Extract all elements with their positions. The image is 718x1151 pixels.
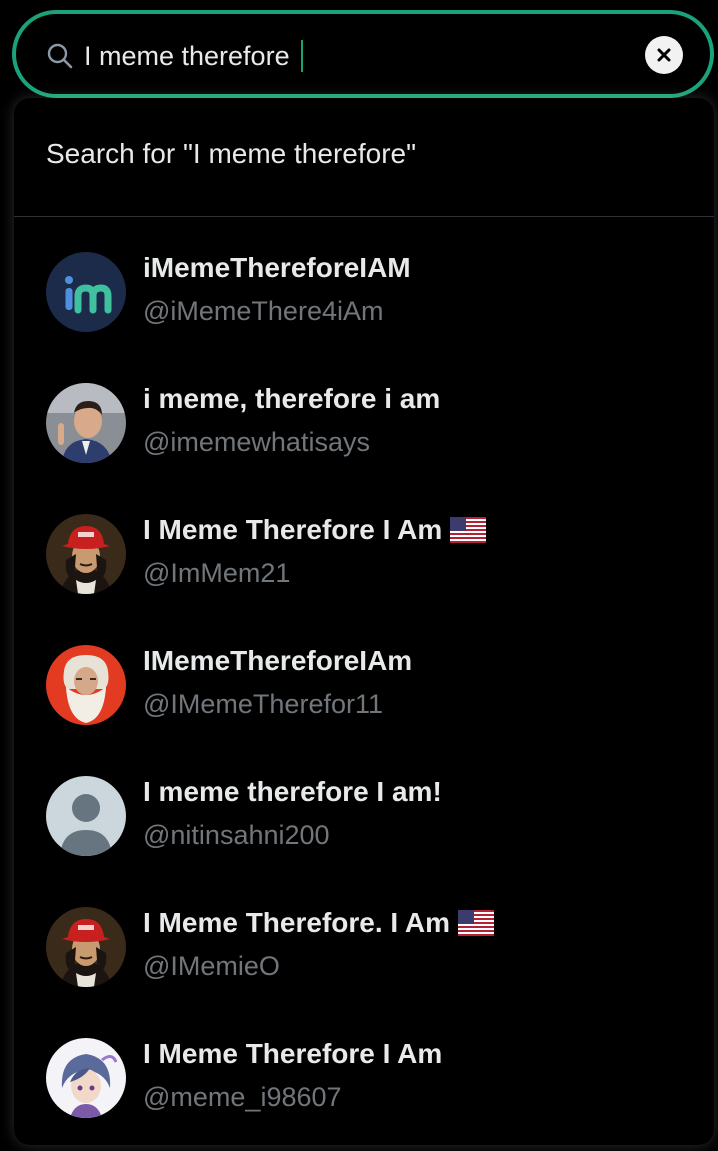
list-item[interactable]: i meme, therefore i am @imemewhatisays <box>14 349 714 480</box>
search-dropdown: Search for "I meme therefore" iMemeThere… <box>14 98 714 1145</box>
list-item[interactable]: I Meme Therefore. I Am @IMemieO <box>14 873 714 1004</box>
descartes-red-hat-avatar <box>46 514 126 594</box>
display-name-text: I Meme Therefore. I Am <box>143 907 451 938</box>
clear-search-button[interactable] <box>645 36 683 74</box>
search-for-suggestion[interactable]: Search for "I meme therefore" <box>46 138 416 170</box>
user-handle: @meme_i98607 <box>143 1082 342 1112</box>
user-handle: @IMemeTherefor11 <box>143 689 383 719</box>
display-name: I meme therefore I am! <box>143 776 442 807</box>
list-item[interactable]: I meme therefore I am! @nitinsahni200 <box>14 742 714 873</box>
list-item[interactable]: I Meme Therefore I Am @ImMem21 <box>14 480 714 611</box>
user-handle: @nitinsahni200 <box>143 820 330 850</box>
im-logo-avatar <box>46 252 126 332</box>
anime-character-avatar <box>46 1038 126 1118</box>
search-bar[interactable] <box>12 10 714 98</box>
close-icon <box>657 48 671 62</box>
display-name: I Meme Therefore. I Am <box>143 907 495 939</box>
text-caret <box>301 40 303 72</box>
bearded-man-avatar <box>46 645 126 725</box>
divider <box>14 216 714 217</box>
results-list: iMemeThereforeIAM @iMemeThere4iAm i meme… <box>14 218 714 1135</box>
us-flag-icon <box>450 517 487 543</box>
display-name-text: I Meme Therefore I Am <box>143 514 443 545</box>
man-photo-avatar <box>46 383 126 463</box>
user-handle: @iMemeThere4iAm <box>143 296 384 326</box>
display-name: IMemeThereforeIAm <box>143 645 413 676</box>
display-name: I Meme Therefore I Am <box>143 514 487 546</box>
list-item[interactable]: iMemeThereforeIAM @iMemeThere4iAm <box>14 218 714 349</box>
display-name: i meme, therefore i am <box>143 383 441 414</box>
user-handle: @ImMem21 <box>143 558 291 588</box>
search-icon <box>47 43 73 69</box>
user-handle: @imemewhatisays <box>143 427 370 457</box>
list-item[interactable]: IMemeThereforeIAm @IMemeTherefor11 <box>14 611 714 742</box>
user-handle: @IMemieO <box>143 951 280 981</box>
default-user-avatar <box>46 776 126 856</box>
display-name: I Meme Therefore I Am <box>143 1038 443 1069</box>
list-item[interactable]: I Meme Therefore I Am @meme_i98607 <box>14 1004 714 1135</box>
display-name: iMemeThereforeIAM <box>143 252 411 283</box>
search-input[interactable] <box>84 36 624 76</box>
descartes-red-hat-avatar <box>46 907 126 987</box>
us-flag-icon <box>458 910 495 936</box>
